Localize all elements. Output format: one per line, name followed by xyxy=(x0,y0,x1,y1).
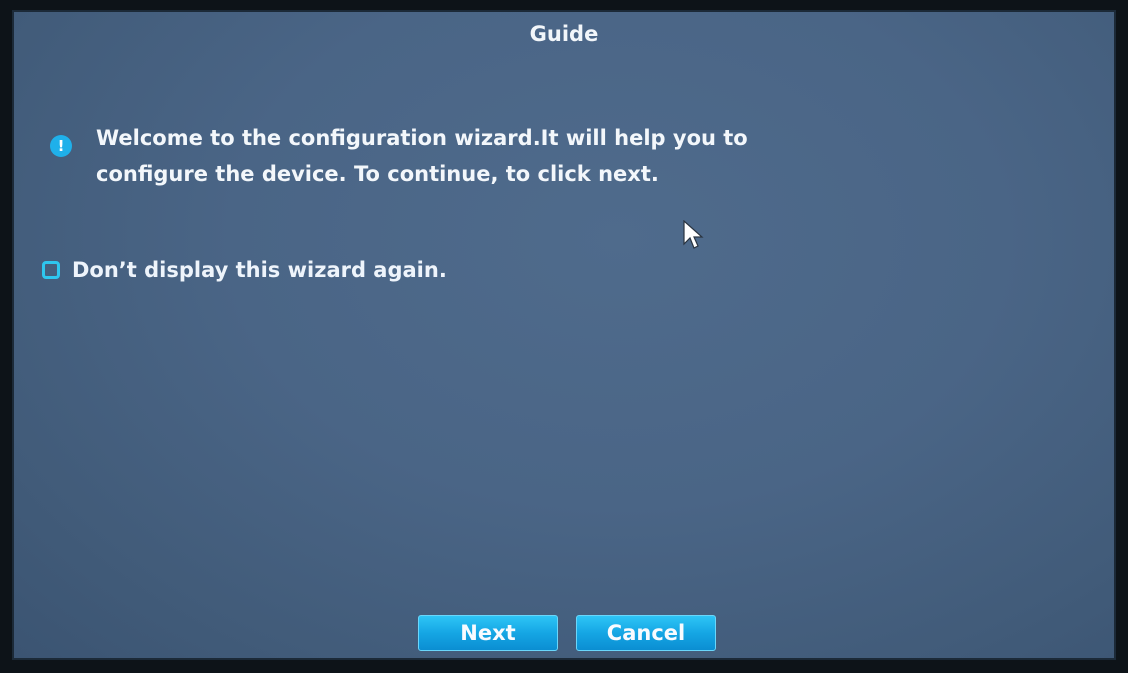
next-button[interactable]: Next xyxy=(418,615,558,651)
mouse-pointer-icon xyxy=(682,219,704,254)
info-message-row: ! Welcome to the configuration wizard.It… xyxy=(50,120,816,192)
dont-display-again-label[interactable]: Don’t display this wizard again. xyxy=(72,258,447,282)
info-icon: ! xyxy=(50,135,72,157)
dialog-title: Guide xyxy=(529,22,599,46)
cancel-button[interactable]: Cancel xyxy=(576,615,716,651)
dialog-buttons: Next Cancel xyxy=(418,615,716,651)
welcome-message: Welcome to the configuration wizard.It w… xyxy=(96,126,748,186)
guide-dialog: Guide ! Welcome to the configuration wiz… xyxy=(12,10,1116,660)
screen-frame: Guide ! Welcome to the configuration wiz… xyxy=(0,0,1128,673)
dont-display-again-option[interactable]: Don’t display this wizard again. xyxy=(42,258,447,282)
dont-display-again-checkbox[interactable] xyxy=(42,261,60,279)
